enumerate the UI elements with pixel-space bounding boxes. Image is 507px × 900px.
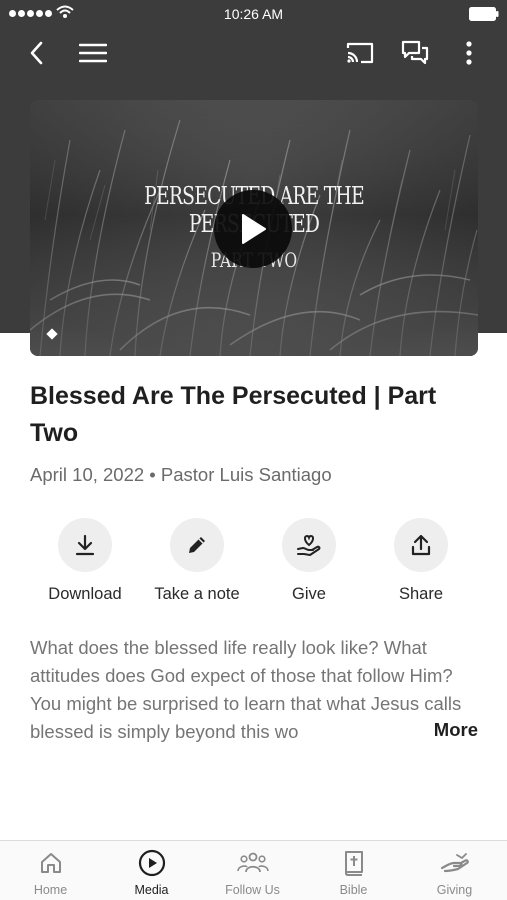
take-note-label: Take a note — [154, 585, 240, 603]
bible-icon — [344, 851, 363, 876]
tab-bible[interactable]: Bible — [303, 849, 404, 897]
top-navbar — [0, 30, 507, 76]
more-button[interactable]: More — [405, 719, 478, 741]
sermon-meta: April 10, 2022 • Pastor Luis Santiago — [30, 464, 332, 485]
battery-icon — [469, 7, 499, 21]
give-hand-heart-icon — [297, 534, 321, 556]
give-button-circle — [282, 518, 336, 572]
play-circle-icon — [138, 849, 165, 877]
sermon-title: Blessed Are The Persecuted | Part Two — [30, 382, 437, 447]
menu-button[interactable] — [74, 34, 112, 72]
chat-button[interactable] — [396, 34, 434, 72]
tab-media-label: Media — [134, 883, 169, 897]
cast-icon — [346, 42, 374, 64]
share-label: Share — [398, 585, 444, 603]
tab-bible-label: Bible — [339, 883, 368, 897]
tab-home-label: Home — [33, 883, 68, 897]
play-icon — [242, 214, 266, 244]
download-button-circle — [58, 518, 112, 572]
tab-giving[interactable]: Giving — [404, 849, 505, 897]
share-button-circle — [394, 518, 448, 572]
video-player[interactable]: PERSECUTED ARE THE PERSECUTED PART TWO — [30, 100, 478, 356]
play-button[interactable] — [214, 190, 292, 268]
tab-follow-us-label: Follow Us — [225, 883, 280, 897]
status-time: 10:26 AM — [223, 6, 284, 22]
take-note-button-circle — [170, 518, 224, 572]
more-vertical-icon — [466, 41, 472, 65]
more-options-button[interactable] — [450, 34, 488, 72]
cast-button[interactable] — [341, 34, 379, 72]
chevron-left-icon — [30, 41, 43, 65]
pencil-icon — [189, 537, 205, 553]
share-icon — [411, 534, 431, 556]
back-button[interactable] — [18, 34, 56, 72]
take-note-button[interactable]: Take a note — [137, 518, 257, 604]
chat-bubbles-icon — [401, 40, 429, 65]
download-button[interactable]: Download — [25, 518, 145, 604]
people-icon — [236, 852, 269, 873]
download-label: Download — [48, 585, 122, 603]
tab-giving-label: Giving — [436, 883, 473, 897]
share-button[interactable]: Share — [361, 518, 481, 604]
bottom-tab-bar: Home Media Follow Us Bible Giving — [0, 840, 507, 900]
tab-home[interactable]: Home — [0, 849, 101, 897]
tab-media[interactable]: Media — [101, 849, 202, 897]
give-label: Give — [292, 585, 326, 603]
home-icon — [40, 853, 61, 873]
give-button[interactable]: Give — [249, 518, 369, 604]
giving-hand-icon — [440, 853, 469, 873]
hamburger-menu-icon — [79, 43, 107, 63]
tab-follow-us[interactable]: Follow Us — [202, 849, 303, 897]
download-icon — [75, 534, 95, 556]
status-bar: 10:26 AM — [0, 0, 507, 28]
